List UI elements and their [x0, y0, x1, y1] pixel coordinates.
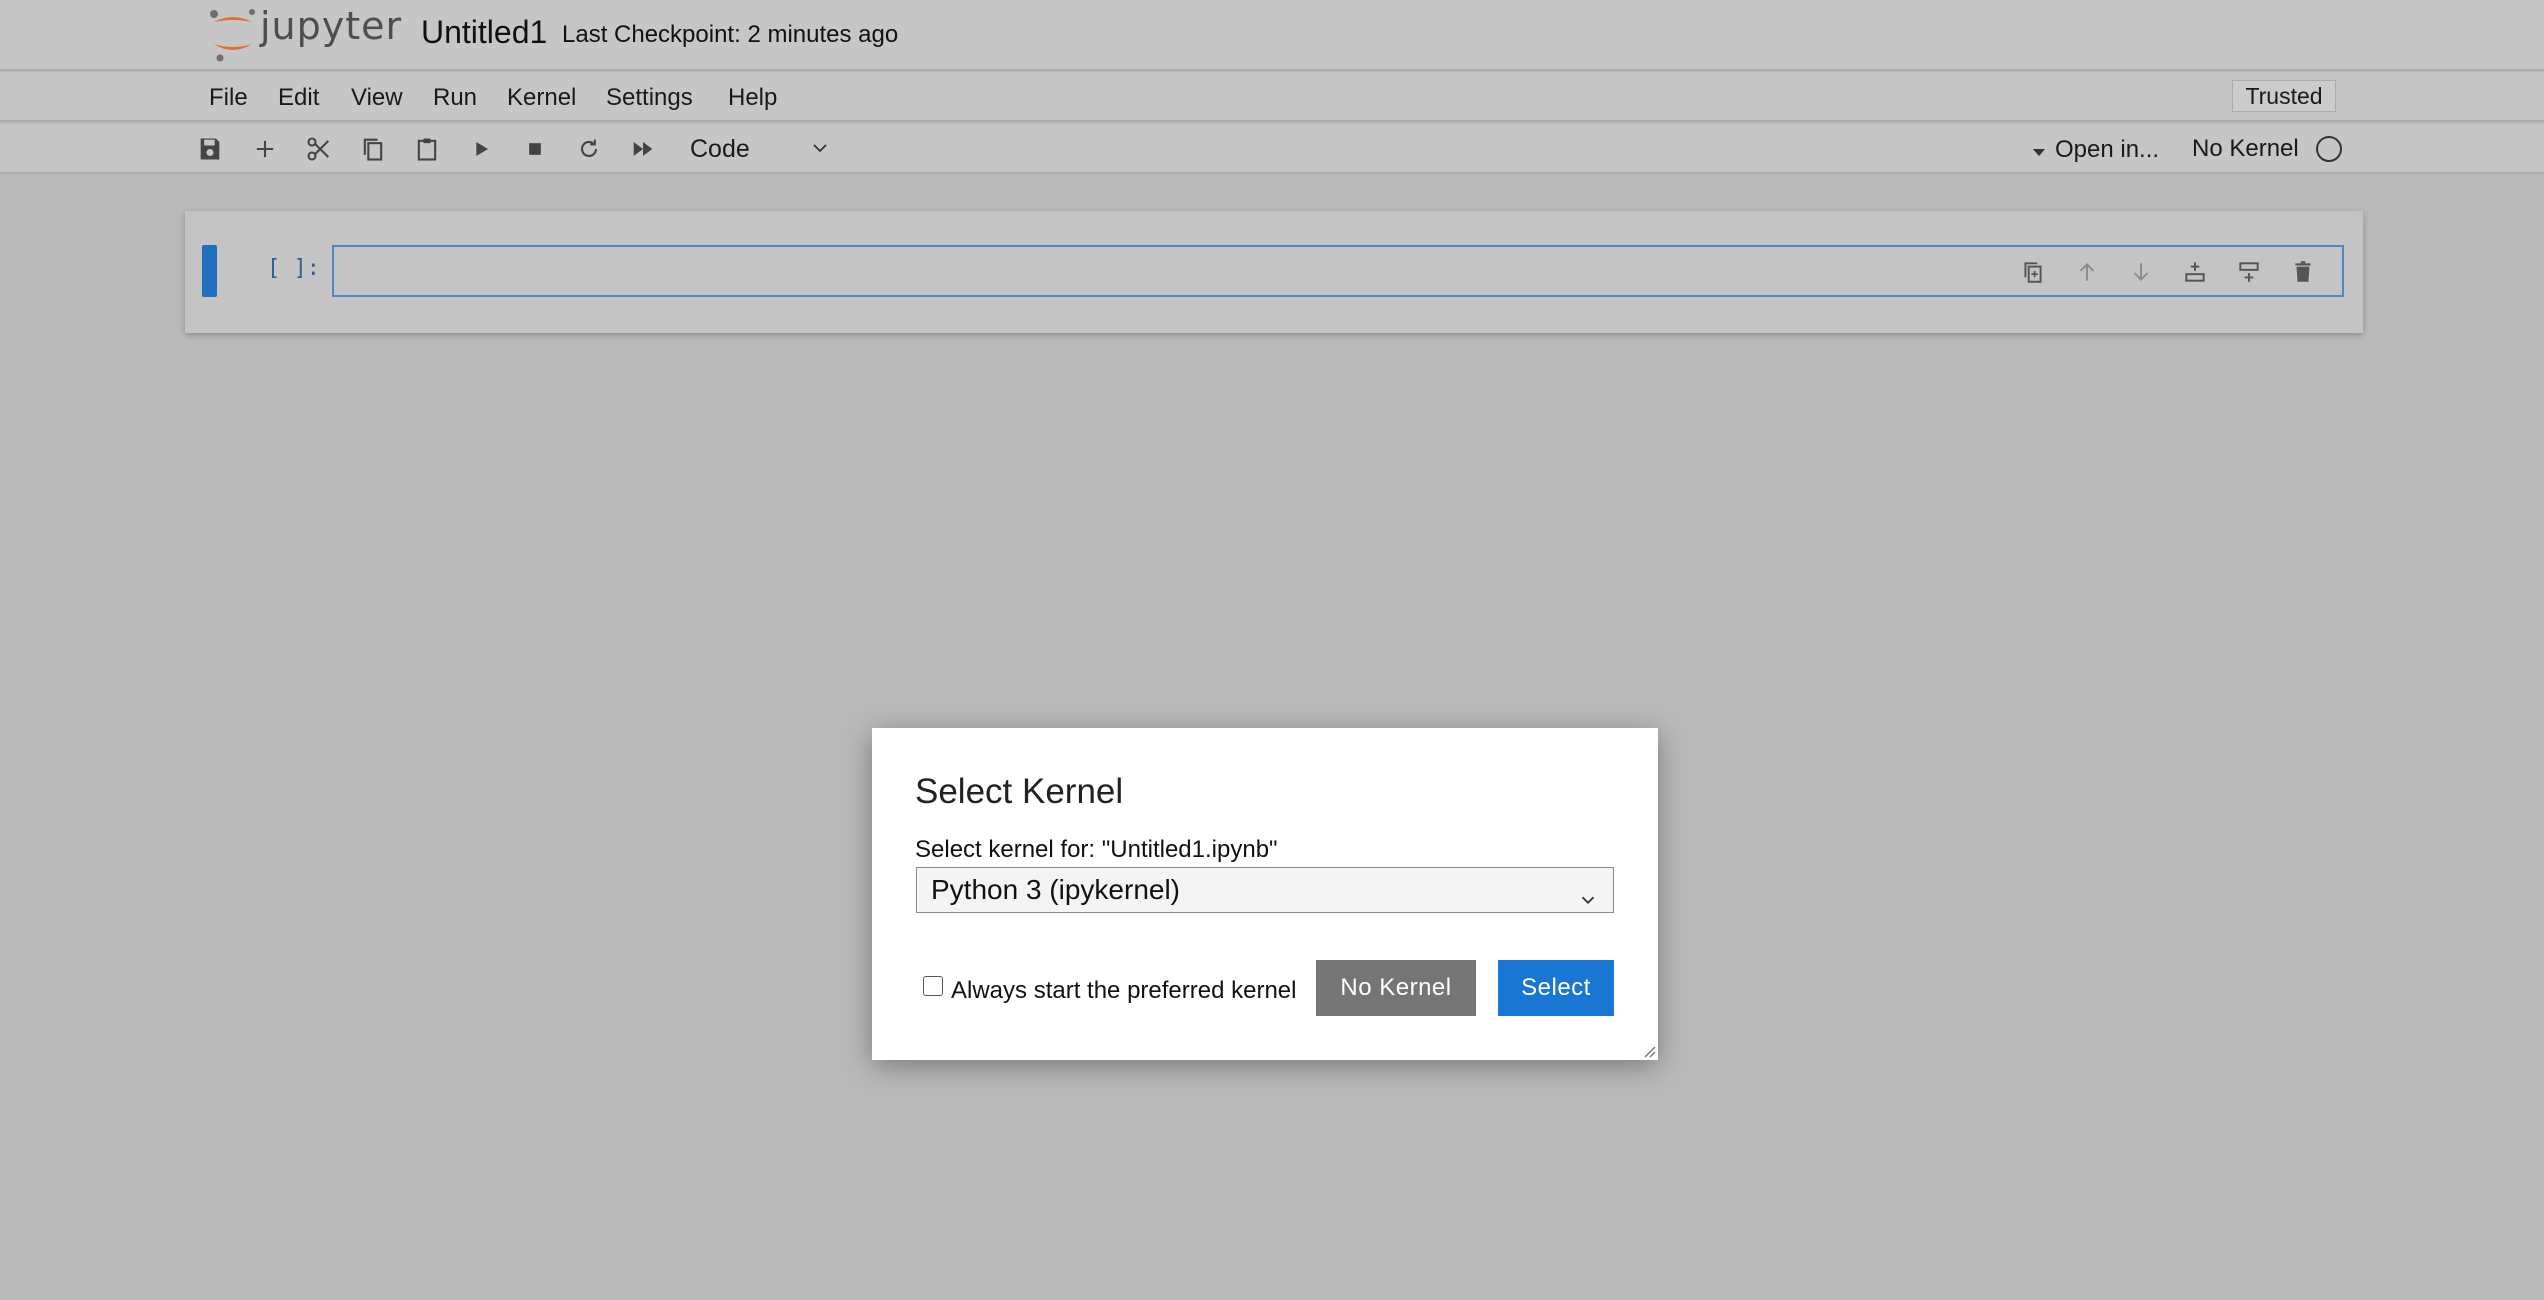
cell-prompt: [ ]: — [267, 256, 320, 281]
notebook-toolbar: Code Open in... No Kernel — [0, 124, 2544, 174]
run-icon[interactable] — [467, 135, 495, 163]
menu-settings[interactable]: Settings — [606, 84, 693, 112]
preferred-kernel-checkbox[interactable] — [923, 976, 943, 996]
preferred-kernel-label[interactable]: Always start the preferred kernel — [951, 977, 1296, 1005]
move-down-icon[interactable] — [2128, 259, 2154, 285]
menu-edit[interactable]: Edit — [278, 84, 319, 112]
notebook-cell[interactable]: [ ]: — [185, 211, 2363, 333]
cell-code-editor[interactable] — [332, 245, 2344, 297]
menu-help[interactable]: Help — [728, 84, 777, 112]
kernel-name[interactable]: No Kernel — [2192, 135, 2299, 163]
menu-run[interactable]: Run — [433, 84, 477, 112]
cut-icon[interactable] — [305, 135, 333, 163]
insert-above-icon[interactable] — [2182, 259, 2208, 285]
top-header: jupyter Untitled1 Last Checkpoint: 2 min… — [0, 0, 2544, 71]
paste-icon[interactable] — [413, 135, 441, 163]
no-kernel-button[interactable]: No Kernel — [1316, 960, 1476, 1016]
chevron-down-icon[interactable] — [808, 136, 832, 160]
menu-file[interactable]: File — [209, 84, 248, 112]
select-kernel-dialog: Select Kernel Select kernel for: "Untitl… — [872, 728, 1658, 1060]
save-icon[interactable] — [196, 135, 224, 163]
chevron-down-icon — [1577, 880, 1599, 905]
duplicate-icon[interactable] — [2020, 259, 2046, 285]
move-up-icon[interactable] — [2074, 259, 2100, 285]
notebook-title[interactable]: Untitled1 — [421, 14, 547, 51]
fast-forward-icon[interactable] — [629, 135, 657, 163]
open-in-menu[interactable]: Open in... — [2055, 136, 2159, 164]
trusted-indicator[interactable]: Trusted — [2232, 80, 2336, 112]
menu-kernel[interactable]: Kernel — [507, 84, 576, 112]
add-cell-icon[interactable] — [251, 135, 279, 163]
copy-icon[interactable] — [359, 135, 387, 163]
insert-below-icon[interactable] — [2236, 259, 2262, 285]
delete-icon[interactable] — [2290, 259, 2316, 285]
restart-icon[interactable] — [575, 135, 603, 163]
resize-handle-icon[interactable] — [1640, 1042, 1656, 1058]
kernel-select-value: Python 3 (ipykernel) — [931, 874, 1181, 905]
kernel-select[interactable]: Python 3 (ipykernel) — [916, 867, 1614, 913]
menu-bar: File Edit View Run Kernel Settings Help … — [0, 72, 2544, 122]
kernel-select-label: Select kernel for: "Untitled1.ipynb" — [915, 836, 1278, 863]
menu-view[interactable]: View — [351, 84, 403, 112]
select-button[interactable]: Select — [1498, 960, 1614, 1016]
cell-collapser[interactable] — [202, 245, 217, 297]
caret-down-icon[interactable] — [2032, 144, 2046, 156]
jupyter-wordmark: jupyter — [260, 4, 403, 48]
last-checkpoint: Last Checkpoint: 2 minutes ago — [562, 21, 899, 48]
dialog-title: Select Kernel — [915, 772, 1124, 811]
kernel-status-icon — [2316, 136, 2342, 162]
stop-icon[interactable] — [521, 135, 549, 163]
